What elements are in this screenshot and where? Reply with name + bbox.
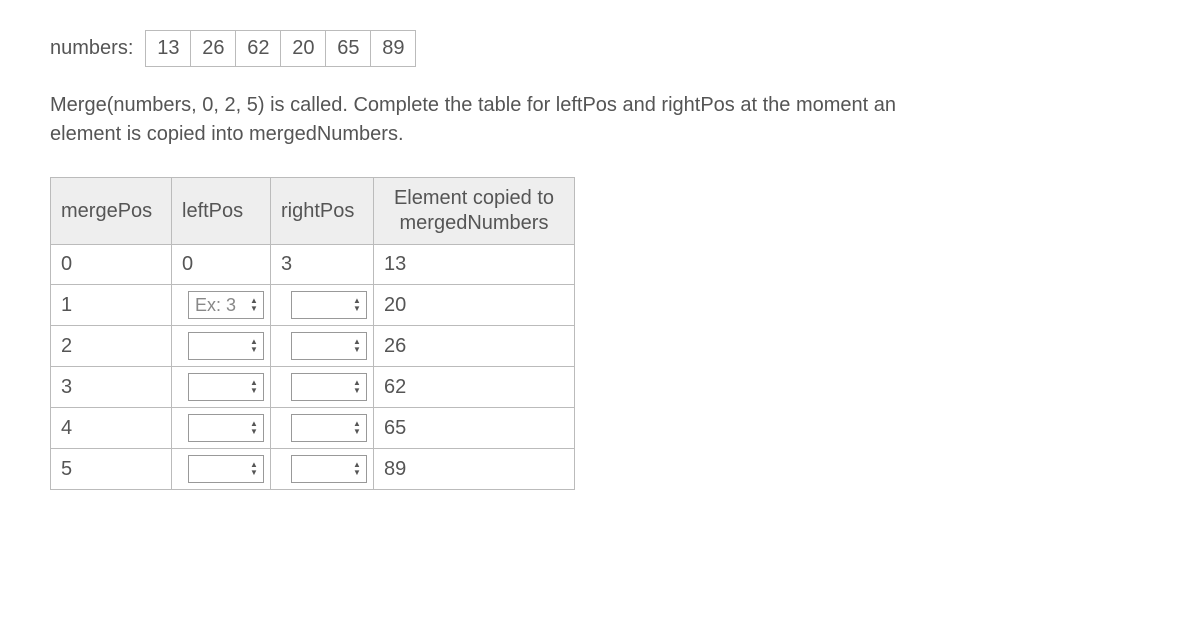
rightpos-field[interactable] [292,333,350,359]
rightpos-field[interactable] [292,374,350,400]
header-leftpos: leftPos [172,178,271,245]
stepper-arrows[interactable]: ▲ ▼ [350,415,366,441]
mergepos-cell: 0 [51,245,172,285]
numbers-cell: 26 [191,31,236,67]
leftpos-field[interactable] [189,456,247,482]
numbers-label: numbers: [50,37,133,60]
chevron-down-icon[interactable]: ▼ [247,387,261,395]
numbers-cell: 89 [371,31,416,67]
chevron-down-icon[interactable]: ▼ [247,346,261,354]
rightpos-static: 3 [271,245,374,285]
chevron-down-icon[interactable]: ▼ [247,428,261,436]
rightpos-input-row3[interactable]: ▲ ▼ [291,373,367,401]
header-mergepos: mergePos [51,178,172,245]
leftpos-input-row2[interactable]: ▲ ▼ [188,332,264,360]
numbers-table: 13 26 62 20 65 89 [145,30,416,67]
numbers-cell: 65 [326,31,371,67]
element-cell: 62 [374,367,575,408]
stepper-arrows[interactable]: ▲ ▼ [350,374,366,400]
rightpos-input-row5[interactable]: ▲ ▼ [291,455,367,483]
rightpos-field[interactable] [292,415,350,441]
stepper-arrows[interactable]: ▲ ▼ [247,333,263,359]
table-row: 1 ▲ ▼ ▲ ▼ 20 [51,285,575,326]
table-row: 4 ▲ ▼ ▲ ▼ 65 [51,408,575,449]
leftpos-static: 0 [172,245,271,285]
element-cell: 26 [374,326,575,367]
table-row: 0 0 3 13 [51,245,575,285]
chevron-down-icon[interactable]: ▼ [350,387,364,395]
leftpos-field[interactable] [189,415,247,441]
numbers-cell: 20 [281,31,326,67]
stepper-arrows[interactable]: ▲ ▼ [350,456,366,482]
table-row: 5 ▲ ▼ ▲ ▼ 89 [51,449,575,490]
element-cell: 89 [374,449,575,490]
rightpos-input-row2[interactable]: ▲ ▼ [291,332,367,360]
header-element-line1: Element copied to [394,187,554,209]
element-cell: 65 [374,408,575,449]
chevron-down-icon[interactable]: ▼ [247,305,261,313]
chevron-down-icon[interactable]: ▼ [350,469,364,477]
leftpos-input-row3[interactable]: ▲ ▼ [188,373,264,401]
chevron-down-icon[interactable]: ▼ [350,428,364,436]
leftpos-input-row1[interactable]: ▲ ▼ [188,291,264,319]
header-rightpos: rightPos [271,178,374,245]
numbers-cell: 13 [146,31,191,67]
leftpos-field[interactable] [189,333,247,359]
stepper-arrows[interactable]: ▲ ▼ [350,333,366,359]
mergepos-cell: 4 [51,408,172,449]
numbers-row: numbers: 13 26 62 20 65 89 [50,30,1150,67]
chevron-down-icon[interactable]: ▼ [350,305,364,313]
mergepos-cell: 3 [51,367,172,408]
leftpos-input-row5[interactable]: ▲ ▼ [188,455,264,483]
mergepos-cell: 5 [51,449,172,490]
instructions-text: Merge(numbers, 0, 2, 5) is called. Compl… [50,91,950,149]
element-cell: 13 [374,245,575,285]
stepper-arrows[interactable]: ▲ ▼ [247,456,263,482]
numbers-cell: 62 [236,31,281,67]
mergepos-cell: 1 [51,285,172,326]
header-element: Element copied to mergedNumbers [374,178,575,245]
stepper-arrows[interactable]: ▲ ▼ [350,292,366,318]
header-element-line2: mergedNumbers [400,212,549,234]
stepper-arrows[interactable]: ▲ ▼ [247,292,263,318]
merge-table: mergePos leftPos rightPos Element copied… [50,177,575,490]
mergepos-cell: 2 [51,326,172,367]
chevron-down-icon[interactable]: ▼ [350,346,364,354]
leftpos-field[interactable] [189,292,247,318]
stepper-arrows[interactable]: ▲ ▼ [247,374,263,400]
table-row: 3 ▲ ▼ ▲ ▼ 62 [51,367,575,408]
table-row: 2 ▲ ▼ ▲ ▼ 26 [51,326,575,367]
chevron-down-icon[interactable]: ▼ [247,469,261,477]
rightpos-input-row4[interactable]: ▲ ▼ [291,414,367,442]
rightpos-input-row1[interactable]: ▲ ▼ [291,291,367,319]
stepper-arrows[interactable]: ▲ ▼ [247,415,263,441]
leftpos-input-row4[interactable]: ▲ ▼ [188,414,264,442]
element-cell: 20 [374,285,575,326]
rightpos-field[interactable] [292,456,350,482]
rightpos-field[interactable] [292,292,350,318]
leftpos-field[interactable] [189,374,247,400]
